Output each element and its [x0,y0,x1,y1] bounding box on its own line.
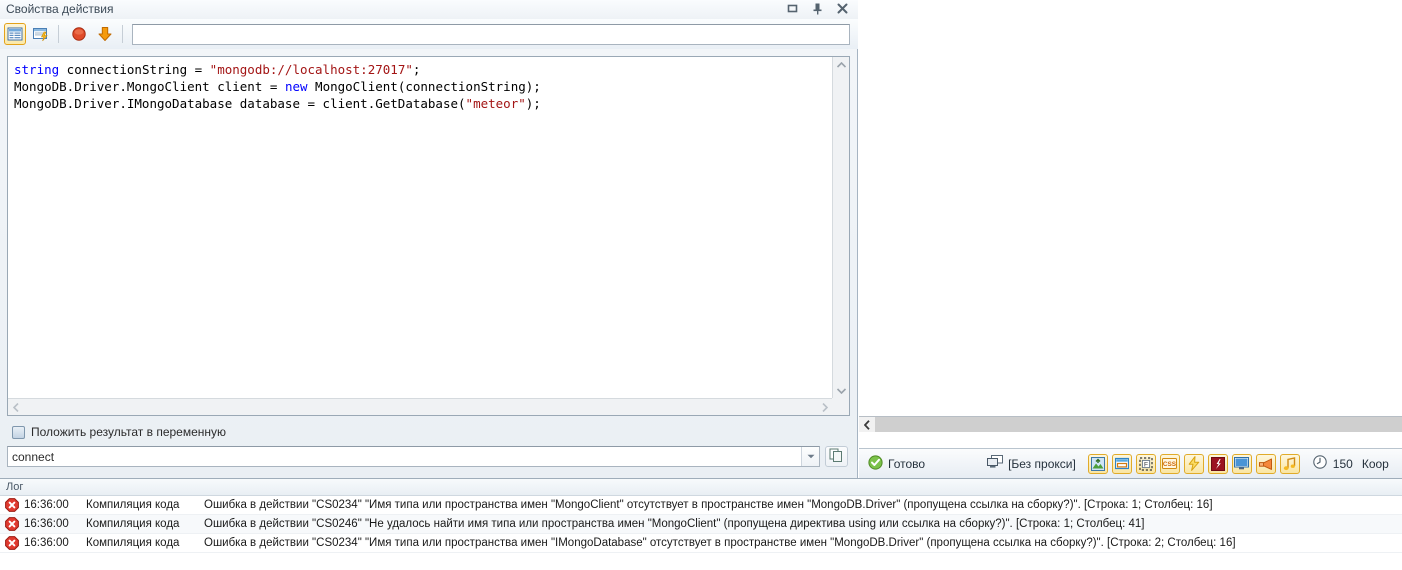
scrollbar-corner [832,398,849,415]
log-time: 16:36:00 [24,537,69,549]
toolbar-button-script-window[interactable] [30,23,52,45]
application-window: Свойства действия string connectionStrin… [0,0,1402,570]
log-header: Лог [0,479,1402,496]
frame-icon[interactable]: F [1135,453,1156,474]
browser-panel: Готово [Без прокси] F CSS 150 Коор [859,0,1402,478]
copy-icon [829,448,844,466]
monitor-icon [987,455,1004,472]
scroll-left-icon[interactable] [859,417,875,432]
megaphone-icon[interactable] [1255,453,1276,474]
store-result-checkbox[interactable] [12,425,25,439]
error-icon [0,517,24,531]
store-result-checkbox-row[interactable]: Положить результат в переменную [12,425,226,439]
log-time: 16:36:00 [24,518,69,530]
code-editor-text[interactable]: string connectionString = "mongodb://loc… [8,57,832,398]
log-row[interactable]: 16:36:00 Компиляция кода Ошибка в действии… [0,534,1402,553]
error-icon [0,536,24,550]
variable-row: connect [7,446,853,467]
code-editor-horizontal-scrollbar[interactable] [8,398,832,415]
window-icon[interactable] [1111,453,1132,474]
log-message: Ошибка в действии "CS0234" "Имя типа или… [204,499,1213,511]
status-text: Готово [888,456,926,471]
log-message: Ошибка в действии "CS0234" "Имя типа или… [204,537,1236,549]
screen-icon[interactable] [1231,453,1252,474]
toolbar [0,19,858,49]
toolbar-button-list-view[interactable] [4,23,26,45]
log-row[interactable]: 16:36:00 Компиляция кода Ошибка в действии… [0,496,1402,515]
log-source: Компиляция кода [86,518,180,530]
toolbar-button-download[interactable] [94,23,116,45]
titlebar: Свойства действия [0,0,858,19]
maximize-icon[interactable] [785,1,800,16]
log-title: Лог [6,481,24,493]
music-icon[interactable] [1279,453,1300,474]
close-icon[interactable] [835,1,850,16]
code-editor[interactable]: string connectionString = "mongodb://loc… [7,56,850,416]
pin-icon[interactable] [810,1,825,16]
lightning-icon[interactable] [1183,453,1204,474]
code-line: MongoDB.Driver.MongoClient client = new … [14,79,541,94]
code-editor-vertical-scrollbar[interactable] [832,57,849,398]
svg-text:F: F [1144,461,1148,468]
log-row[interactable]: 16:36:00 Компиляция кода Ошибка в действии… [0,515,1402,534]
image-icon[interactable] [1087,453,1108,474]
code-line: MongoDB.Driver.IMongoDatabase database =… [14,96,541,111]
log-panel: Лог 16:36:00 Компиляция кода Ошибка в дейс… [0,478,1402,570]
variable-combobox[interactable]: connect [7,446,820,467]
toolbar-separator-2 [122,25,123,43]
action-properties-panel: Свойства действия string connectionStrin… [0,0,858,478]
code-line: string connectionString = "mongodb://loc… [14,62,421,77]
store-result-label: Положить результат в переменную [31,425,227,439]
scroll-up-icon[interactable] [833,57,850,72]
flash-icon[interactable] [1207,453,1228,474]
toolbar-button-stop[interactable] [68,23,90,45]
log-source: Компиляция кода [86,499,180,511]
clock-group: 150 [1313,455,1353,472]
statusbar: Готово [Без прокси] F CSS 150 Коор [859,448,1402,478]
log-rows: 16:36:00 Компиляция кода Ошибка в действии… [0,496,1402,553]
copy-button[interactable] [825,446,848,467]
scroll-down-icon[interactable] [833,383,850,398]
status-group: Готово [868,454,926,473]
titlebar-buttons [785,1,850,16]
variable-value[interactable]: connect [8,450,801,464]
log-time: 16:36:00 [24,499,69,511]
chevron-down-icon[interactable] [801,447,819,466]
log-message: Ошибка в действии "CS0246" "Не удалось н… [204,518,1145,530]
scroll-right-icon[interactable] [817,399,832,416]
coordinates-label: Коор [1361,456,1389,471]
log-source: Компиляция кода [86,537,180,549]
toolbar-separator-1 [58,25,59,43]
css-icon[interactable]: CSS [1159,453,1180,474]
clock-icon [1313,455,1327,472]
clock-value: 150 [1332,456,1353,471]
statusbar-icon-group: F CSS [1087,453,1300,474]
proxy-text: [Без прокси] [1008,456,1076,471]
toolbar-search-input[interactable] [132,23,850,45]
error-icon [0,498,24,512]
browser-horizontal-scrollbar[interactable] [859,416,1402,432]
scroll-left-icon[interactable] [8,399,23,416]
svg-text:CSS: CSS [1163,461,1177,468]
proxy-group[interactable]: [Без прокси] [987,455,1076,472]
window-title: Свойства действия [6,2,114,16]
check-circle-icon [868,454,883,473]
